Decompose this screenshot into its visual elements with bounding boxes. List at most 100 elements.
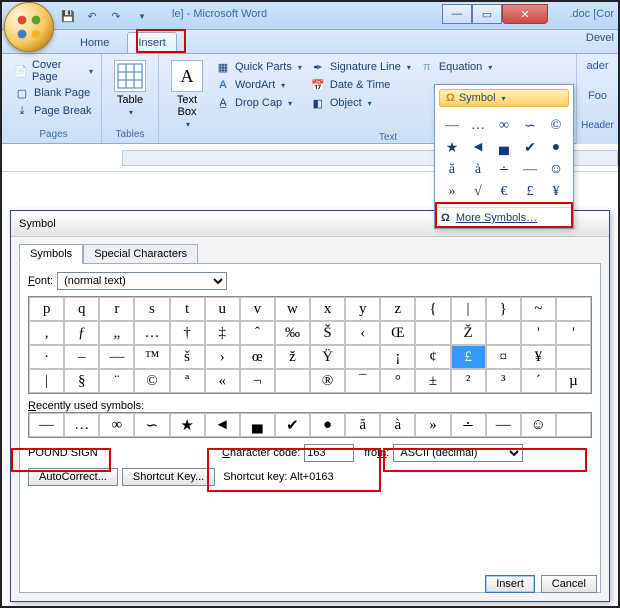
gallery-symbol[interactable]: ă [439,159,465,181]
recent-cell[interactable]: … [64,413,99,437]
char-cell[interactable]: Œ [380,321,415,345]
wordart-button[interactable]: AWordArt▾ [213,76,304,94]
char-cell[interactable]: q [64,297,99,321]
gallery-symbol[interactable]: ∞ [491,115,517,137]
gallery-symbol[interactable]: … [465,115,491,137]
save-icon[interactable]: 💾 [58,6,78,26]
char-cell[interactable]: ž [275,345,310,369]
gallery-symbol[interactable]: √ [465,181,491,203]
font-select[interactable]: (normal text) [57,272,227,290]
char-cell[interactable]: £ [451,345,486,369]
recent-cell[interactable]: ∽ [134,413,169,437]
recent-cell[interactable]: à [380,413,415,437]
table-button[interactable]: Table▾ [108,58,152,119]
textbox-button[interactable]: A Text Box▾ [165,58,209,131]
gallery-symbol[interactable]: ▄ [491,137,517,159]
tab-symbols[interactable]: Symbols [19,244,83,264]
char-cell[interactable] [556,297,591,321]
char-cell[interactable]: ' [521,321,556,345]
char-cell[interactable]: œ [240,345,275,369]
char-cell[interactable]: u [205,297,240,321]
char-cell[interactable]: ³ [486,369,521,393]
char-cell[interactable]: Š [310,321,345,345]
char-cell[interactable]: ~ [521,297,556,321]
char-cell[interactable]: ² [451,369,486,393]
recent-cell[interactable]: ă [345,413,380,437]
tab-developer[interactable]: Devel [586,32,614,44]
blank-page-button[interactable]: ▢Blank Page [12,84,95,102]
gallery-symbol[interactable]: ★ [439,137,465,159]
char-cell[interactable]: — [99,345,134,369]
gallery-symbol[interactable]: à [465,159,491,181]
char-cell[interactable]: ¥ [521,345,556,369]
char-cell[interactable]: v [240,297,275,321]
gallery-symbol[interactable]: ∽ [517,115,543,137]
symbol-button[interactable]: Ω Symbol ▾ [439,89,569,107]
recent-cell[interactable]: » [415,413,450,437]
gallery-symbol[interactable]: ∸ [491,159,517,181]
char-cell[interactable]: Ž [451,321,486,345]
char-cell[interactable]: ‡ [205,321,240,345]
char-cell[interactable]: y [345,297,380,321]
gallery-symbol[interactable]: — [439,115,465,137]
recent-cell[interactable]: ∸ [451,413,486,437]
char-cell[interactable]: ¡ [380,345,415,369]
gallery-symbol[interactable]: ● [543,137,569,159]
char-cell[interactable]: z [380,297,415,321]
gallery-symbol[interactable]: © [543,115,569,137]
char-cell[interactable]: } [486,297,521,321]
char-cell[interactable] [556,345,591,369]
autocorrect-button[interactable]: AutoCorrect... [28,468,118,486]
datetime-button[interactable]: 📅Date & Time [308,76,413,94]
gallery-symbol[interactable]: ☺ [543,159,569,181]
tab-home[interactable]: Home [70,33,119,53]
char-cell[interactable] [415,321,450,345]
char-cell[interactable]: , [29,321,64,345]
signature-button[interactable]: ✒Signature Line▾ [308,58,413,76]
char-cell[interactable]: s [134,297,169,321]
close-button[interactable]: ✕ [502,4,548,24]
char-cell[interactable]: § [64,369,99,393]
recent-cell[interactable]: ◄ [205,413,240,437]
recent-grid[interactable]: —…∞∽★◄▄✔●ăà»∸—☺ [28,412,592,438]
char-cell[interactable]: · [29,345,64,369]
char-cell[interactable]: | [29,369,64,393]
office-button[interactable] [4,2,54,52]
gallery-symbol[interactable]: ¥ [543,181,569,203]
gallery-symbol[interactable]: ✔ [517,137,543,159]
char-cell[interactable]: Ÿ [310,345,345,369]
char-cell[interactable]: ‰ [275,321,310,345]
char-cell[interactable]: ¤ [486,345,521,369]
recent-cell[interactable]: ★ [170,413,205,437]
maximize-button[interactable]: ▭ [472,4,502,24]
char-cell[interactable]: ± [415,369,450,393]
char-cell[interactable]: ° [380,369,415,393]
char-cell[interactable]: ™ [134,345,169,369]
char-cell[interactable]: « [205,369,240,393]
cancel-button[interactable]: Cancel [541,575,597,593]
char-cell[interactable]: ¬ [240,369,275,393]
recent-cell[interactable]: ✔ [275,413,310,437]
char-cell[interactable]: µ [556,369,591,393]
char-cell[interactable]: ¯ [345,369,380,393]
char-cell[interactable]: x [310,297,345,321]
char-cell[interactable]: | [451,297,486,321]
char-cell[interactable]: w [275,297,310,321]
char-cell[interactable]: … [134,321,169,345]
char-cell[interactable]: © [134,369,169,393]
recent-cell[interactable] [556,413,591,437]
char-cell[interactable]: p [29,297,64,321]
char-cell[interactable]: – [64,345,99,369]
gallery-symbol[interactable]: » [439,181,465,203]
equation-button[interactable]: πEquation▾ [417,58,494,76]
quick-parts-button[interactable]: ▦Quick Parts▾ [213,58,304,76]
minimize-button[interactable]: — [442,4,472,24]
tab-special-characters[interactable]: Special Characters [83,244,198,264]
gallery-symbol[interactable]: — [517,159,543,181]
char-cell[interactable]: ¨ [99,369,134,393]
char-cell[interactable]: r [99,297,134,321]
char-cell[interactable]: ‹ [345,321,380,345]
char-cell[interactable]: „ [99,321,134,345]
gallery-symbol[interactable]: € [491,181,517,203]
undo-icon[interactable]: ↶ [82,6,102,26]
